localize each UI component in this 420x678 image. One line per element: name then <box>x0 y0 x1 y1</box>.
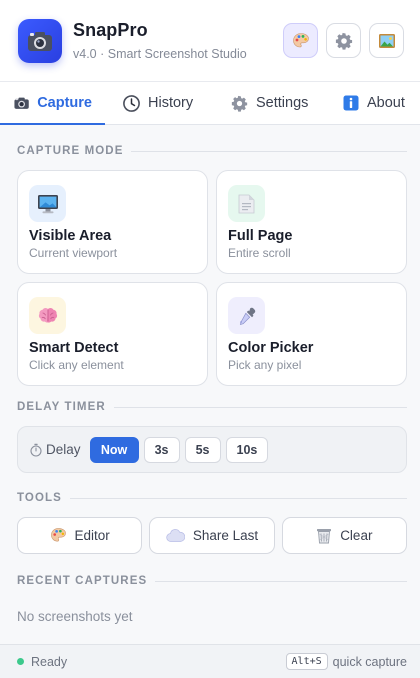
tab-history[interactable]: History <box>105 82 213 124</box>
editor-button[interactable]: Editor <box>17 517 143 554</box>
app-subtitle: v4.0 · Smart Screenshot Studio <box>73 47 247 61</box>
monitor-icon <box>29 185 66 222</box>
palette-icon <box>292 32 309 47</box>
gear-icon <box>231 95 248 112</box>
clear-button[interactable]: Clear <box>281 517 407 554</box>
shortcut-label: quick capture <box>332 654 407 669</box>
empty-state-text: No screenshots yet <box>17 609 133 624</box>
tab-about[interactable]: About <box>323 82 420 124</box>
shortcut-key: Alt+S <box>285 653 328 670</box>
trash-icon <box>317 529 332 544</box>
stopwatch-icon <box>30 443 42 457</box>
eyedropper-icon <box>228 297 265 334</box>
camera-icon <box>14 97 29 109</box>
share-last-button[interactable]: Share Last <box>149 517 275 554</box>
status-bar: Ready Alt+S quick capture <box>0 644 420 678</box>
document-icon <box>228 185 265 222</box>
mode-full-page[interactable]: Full Page Entire scroll <box>216 170 407 274</box>
tool-label: Share Last <box>192 528 259 543</box>
recent-captures-heading: RECENT CAPTURES <box>0 575 420 587</box>
delay-option-3s[interactable]: 3s <box>143 436 180 463</box>
tab-capture[interactable]: Capture <box>0 82 105 125</box>
mode-visible-area[interactable]: Visible Area Current viewport <box>17 170 208 274</box>
cloud-icon <box>166 529 185 542</box>
mode-name: Color Picker <box>228 340 314 356</box>
mode-description: Current viewport <box>29 246 118 260</box>
delay-selector: Delay Now 3s 5s 10s <box>17 426 407 473</box>
clock-icon <box>123 94 140 112</box>
gear-icon <box>335 32 352 50</box>
mode-color-picker[interactable]: Color Picker Pick any pixel <box>216 282 407 386</box>
camera-icon <box>18 18 62 63</box>
tab-bar: Capture History Settings About <box>0 82 420 125</box>
delay-option-5s[interactable]: 5s <box>184 436 221 463</box>
theme-button[interactable] <box>283 23 318 58</box>
picture-icon <box>378 33 395 48</box>
delay-label: Delay <box>46 442 81 457</box>
app-title: SnapPro <box>73 20 148 40</box>
delay-option-10s[interactable]: 10s <box>225 436 269 463</box>
tab-label: About <box>367 95 405 111</box>
capture-mode-heading: CAPTURE MODE <box>0 145 420 157</box>
tool-label: Editor <box>74 528 110 543</box>
app-header: SnapPro v4.0 · Smart Screenshot Studio <box>0 0 420 82</box>
info-icon <box>343 95 359 111</box>
status-text: Ready <box>31 654 68 669</box>
delay-timer-heading: DELAY TIMER <box>0 401 420 413</box>
settings-button[interactable] <box>326 23 361 58</box>
mode-name: Full Page <box>228 228 293 244</box>
tool-label: Clear <box>340 528 373 543</box>
tab-label: History <box>148 95 194 111</box>
gallery-button[interactable] <box>369 23 404 58</box>
mode-description: Entire scroll <box>228 246 291 260</box>
mode-name: Visible Area <box>29 228 112 244</box>
status-dot <box>17 658 24 665</box>
mode-description: Click any element <box>29 358 124 372</box>
tab-label: Settings <box>256 95 309 111</box>
tab-settings[interactable]: Settings <box>213 82 323 124</box>
mode-smart-detect[interactable]: Smart Detect Click any element <box>17 282 208 386</box>
mode-description: Pick any pixel <box>228 358 302 372</box>
delay-option-now[interactable]: Now <box>89 436 139 463</box>
tab-label: Capture <box>37 95 92 111</box>
mode-name: Smart Detect <box>29 340 119 356</box>
palette-icon <box>50 528 66 542</box>
tools-heading: TOOLS <box>0 492 420 504</box>
brain-icon <box>29 297 66 334</box>
